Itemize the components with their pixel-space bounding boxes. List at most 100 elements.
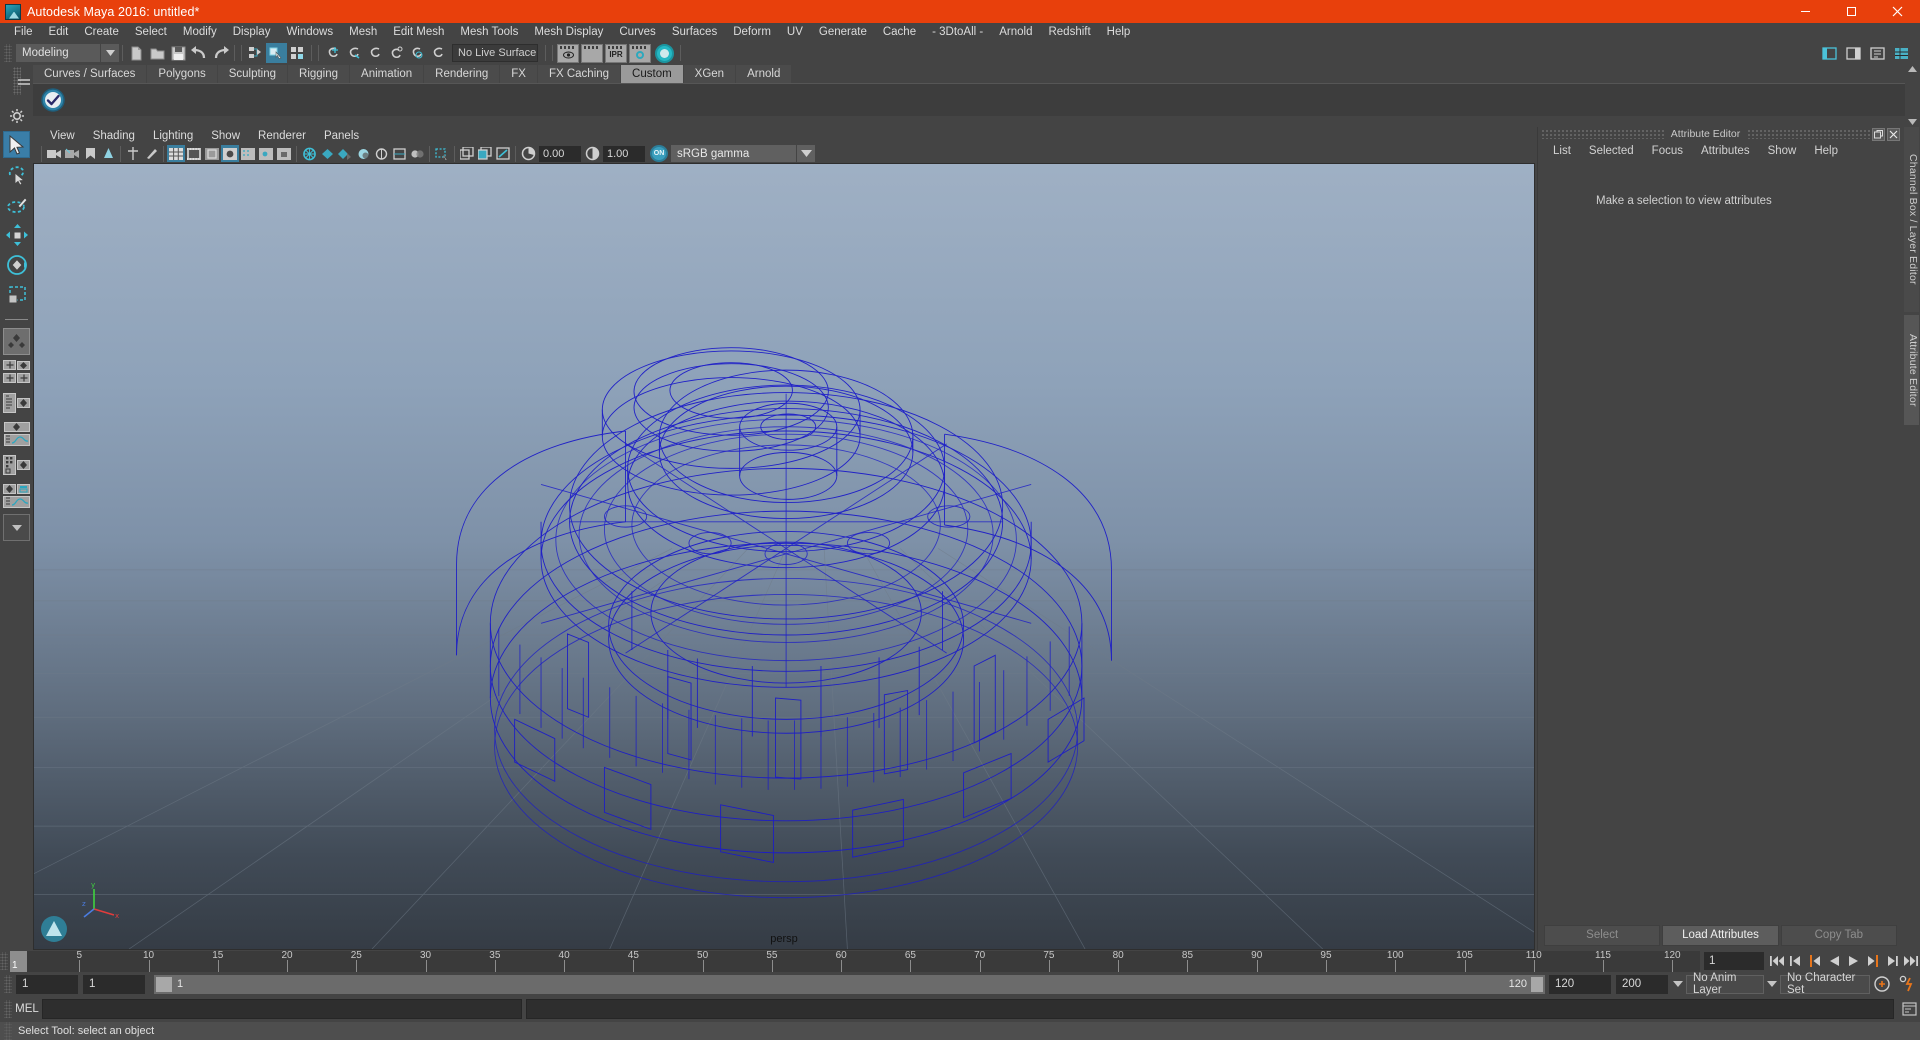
- ae-menu-help[interactable]: Help: [1805, 145, 1847, 157]
- menu-item-curves[interactable]: Curves: [611, 23, 663, 42]
- save-scene-icon[interactable]: [168, 43, 189, 63]
- isolate-select-icon[interactable]: [433, 145, 451, 162]
- use-all-lights-icon[interactable]: [318, 145, 336, 162]
- sidebar-toggle-icon[interactable]: [1844, 44, 1864, 62]
- depth-of-field-icon[interactable]: [408, 145, 426, 162]
- menu-item-file[interactable]: File: [6, 23, 41, 42]
- layout-persp-cell-4[interactable]: [3, 484, 16, 494]
- tool-rotate[interactable]: [3, 251, 30, 278]
- menu-item-redshift[interactable]: Redshift: [1040, 23, 1098, 42]
- gamma-value-field[interactable]: 1.00: [603, 145, 645, 162]
- copy-view-icon[interactable]: [494, 145, 512, 162]
- layout-outliner-cell[interactable]: [3, 392, 16, 413]
- minimize-button[interactable]: [1782, 0, 1828, 23]
- ae-menu-focus[interactable]: Focus: [1643, 145, 1692, 157]
- shelf-options-gear-icon[interactable]: [6, 105, 28, 127]
- anim-layer-dropdown[interactable]: No Anim Layer: [1686, 972, 1764, 996]
- shelf-tab-curves-surfaces[interactable]: Curves / Surfaces: [33, 65, 147, 83]
- menu-item-help[interactable]: Help: [1099, 23, 1139, 42]
- menu-item-edit[interactable]: Edit: [41, 23, 77, 42]
- color-management-dropdown[interactable]: sRGB gamma: [671, 145, 796, 162]
- layout-persp-graph-outliner[interactable]: [3, 483, 30, 510]
- xray-joints-icon[interactable]: [257, 145, 275, 162]
- snap-to-curve-icon[interactable]: [343, 43, 364, 63]
- command-line-grip-handle[interactable]: [4, 1000, 12, 1018]
- step-forward-frame-icon[interactable]: [1863, 952, 1882, 971]
- shelf-tab-custom[interactable]: Custom: [621, 65, 683, 83]
- shelf-scroll-arrows[interactable]: [1905, 64, 1920, 127]
- layout-hypershade-persp[interactable]: [3, 452, 30, 479]
- playback-start-time-field[interactable]: 1: [83, 974, 145, 994]
- command-language-label[interactable]: MEL: [12, 1003, 42, 1015]
- time-slider[interactable]: 1 5 10 15 20 25 30 35 40 45 50 55 60 65 70 75 80 85 90 95 1…: [10, 950, 1700, 972]
- shelf-tab-rendering[interactable]: Rendering: [424, 65, 500, 83]
- redo-icon[interactable]: [210, 43, 231, 63]
- hypershade-icon[interactable]: [655, 43, 674, 63]
- menu-item-mesh-display[interactable]: Mesh Display: [526, 23, 611, 42]
- layout-cell-2[interactable]: [17, 360, 30, 370]
- animation-start-time-field[interactable]: 1: [16, 974, 78, 994]
- auto-keyframe-icon[interactable]: [1870, 975, 1894, 994]
- layout-persp-graph[interactable]: [3, 421, 30, 448]
- time-slider-current-frame-marker[interactable]: 1: [10, 950, 27, 972]
- multisample-aa-icon[interactable]: [390, 145, 408, 162]
- shelf-tab-fx-caching[interactable]: FX Caching: [537, 65, 621, 83]
- viewport-menu-shading[interactable]: Shading: [84, 130, 144, 142]
- layout-graph-editor-cell[interactable]: [3, 434, 30, 446]
- range-slider-grip-handle[interactable]: [4, 975, 12, 993]
- menu-item-arnold[interactable]: Arnold: [991, 23, 1040, 42]
- snap-to-point-icon[interactable]: [364, 43, 385, 63]
- step-forward-keyframe-icon[interactable]: [1882, 952, 1901, 971]
- layout-persp-cell-2[interactable]: [3, 422, 30, 432]
- range-slider-bar[interactable]: 1 120: [154, 974, 1545, 994]
- snap-to-projected-center-icon[interactable]: [385, 43, 406, 63]
- new-scene-icon[interactable]: [126, 43, 147, 63]
- select-by-component-type-icon[interactable]: [287, 43, 308, 63]
- open-scene-icon[interactable]: [147, 43, 168, 63]
- resolution-gate-icon[interactable]: [203, 145, 221, 162]
- use-default-lighting-icon[interactable]: [300, 145, 318, 162]
- grease-pencil-icon[interactable]: [142, 145, 160, 162]
- animation-end-time-field[interactable]: 200: [1616, 974, 1668, 994]
- menu-item-windows[interactable]: Windows: [278, 23, 341, 42]
- layout-cell-1[interactable]: [3, 360, 16, 370]
- exposure-icon[interactable]: [519, 145, 537, 162]
- layout-outliner-persp[interactable]: [3, 390, 30, 417]
- menu-item-surfaces[interactable]: Surfaces: [664, 23, 725, 42]
- command-input-field[interactable]: [42, 999, 522, 1019]
- menu-item-uv[interactable]: UV: [779, 23, 811, 42]
- color-management-chevron-down-icon[interactable]: [797, 145, 815, 162]
- layout-panel-cell[interactable]: [17, 484, 30, 494]
- menu-item-create[interactable]: Create: [76, 23, 127, 42]
- render-settings-icon[interactable]: [629, 43, 651, 63]
- menu-item-select[interactable]: Select: [127, 23, 175, 42]
- shelf-item-custom-tool-icon[interactable]: [37, 85, 69, 116]
- menu-item-modify[interactable]: Modify: [175, 23, 225, 42]
- camera-attributes-icon[interactable]: [63, 145, 81, 162]
- animation-preferences-icon[interactable]: [1894, 975, 1920, 994]
- layout-single-perspective[interactable]: [3, 328, 30, 355]
- layout-more-dropdown[interactable]: [3, 514, 30, 541]
- menu-item-cache[interactable]: Cache: [875, 23, 924, 42]
- character-set-chevron-down-icon[interactable]: [1764, 975, 1780, 994]
- range-slider-right-handle[interactable]: [1531, 976, 1543, 992]
- layout-hypershade-cell[interactable]: [3, 454, 16, 475]
- step-back-keyframe-icon[interactable]: [1787, 952, 1806, 971]
- layout-persp-cell[interactable]: [17, 397, 30, 408]
- shadows-icon[interactable]: [336, 145, 354, 162]
- undo-icon[interactable]: [189, 43, 210, 63]
- xray-icon[interactable]: [239, 145, 257, 162]
- shelf-tab-animation[interactable]: Animation: [350, 65, 424, 83]
- layout-cell-4[interactable]: [17, 373, 30, 383]
- two-pane-icon[interactable]: [476, 145, 494, 162]
- viewport-menu-view[interactable]: View: [41, 130, 84, 142]
- 3d-viewport[interactable]: persp y x z: [33, 163, 1535, 950]
- menu-item-mesh-tools[interactable]: Mesh Tools: [452, 23, 526, 42]
- layout-persp-cell-3[interactable]: [17, 459, 30, 470]
- channel-box-toggle-icon[interactable]: [1892, 44, 1912, 62]
- maximize-button[interactable]: [1828, 0, 1874, 23]
- make-live-icon[interactable]: [427, 43, 448, 63]
- menu-item-display[interactable]: Display: [225, 23, 279, 42]
- menu-item-mesh[interactable]: Mesh: [341, 23, 385, 42]
- play-backwards-icon[interactable]: [1825, 952, 1844, 971]
